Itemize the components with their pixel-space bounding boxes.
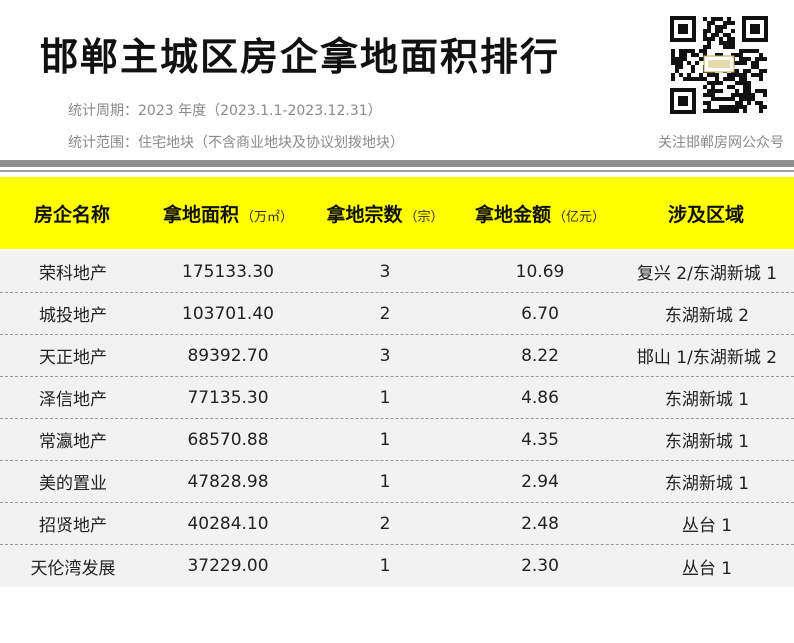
qr-code-icon <box>668 14 770 116</box>
area-cell: 77135.30 <box>187 387 269 408</box>
table-row: 天正地产 89392.70 3 8.22 邯山 1/东湖新城 2 <box>0 335 794 377</box>
count-cell: 1 <box>379 387 391 408</box>
table-row: 天伦湾发展 37229.00 1 2.30 丛台 1 <box>0 545 794 587</box>
region-cell: 东湖新城 1 <box>664 474 750 494</box>
amount-cell: 2.30 <box>521 556 559 576</box>
table-body: 荣科地产 175133.30 3 10.69 复兴 2/东湖新城 1 城投地产 … <box>0 251 794 587</box>
amount-cell: 8.22 <box>521 345 559 366</box>
table-row: 泽信地产 77135.30 1 4.86 东湖新城 1 <box>0 377 794 419</box>
table-row: 荣科地产 175133.30 3 10.69 复兴 2/东湖新城 1 <box>0 251 794 293</box>
count-cell: 3 <box>379 261 391 282</box>
company-cell: 泽信地产 <box>39 390 107 410</box>
table-row: 招贤地产 40284.10 2 2.48 丛台 1 <box>0 503 794 545</box>
page-title: 邯郸主城区房企拿地面积排行 <box>40 35 561 79</box>
company-cell: 天伦湾发展 <box>30 558 116 579</box>
table-row: 美的置业 47828.98 1 2.94 东湖新城 1 <box>0 461 794 503</box>
area-cell: 37229.00 <box>187 556 269 576</box>
amount-cell: 2.94 <box>521 471 559 492</box>
area-cell: 89392.70 <box>187 345 269 366</box>
stat-scope: 统计范围：住宅地块（不含商业地块及协议划拨地块） <box>68 135 404 151</box>
count-cell: 1 <box>379 556 391 576</box>
count-cell: 1 <box>379 471 391 492</box>
page: 邯郸主城区房企拿地面积排行 统计周期：2023 年度（2023.1.1-2023… <box>0 0 794 643</box>
column-header: 拿地金额 （亿元） <box>474 203 606 226</box>
column-header: 房企名称 <box>33 203 110 226</box>
table-row: 常瀛地产 68570.88 1 4.35 东湖新城 1 <box>0 419 794 461</box>
area-cell: 175133.30 <box>182 261 274 282</box>
count-cell: 1 <box>379 429 391 450</box>
count-cell: 2 <box>379 513 391 534</box>
table-row: 城投地产 103701.40 2 6.70 东湖新城 2 <box>0 293 794 335</box>
region-cell: 邯山 1/东湖新城 2 <box>636 348 778 368</box>
column-header: 涉及区域 <box>667 203 744 226</box>
stat-period: 统计周期：2023 年度（2023.1.1-2023.12.31） <box>68 103 382 119</box>
amount-cell: 2.48 <box>521 513 559 534</box>
company-cell: 招贤地产 <box>39 516 107 536</box>
area-cell: 40284.10 <box>187 513 269 534</box>
divider-thin <box>0 170 794 172</box>
company-cell: 荣科地产 <box>39 264 107 284</box>
company-cell: 美的置业 <box>39 474 107 494</box>
region-cell: 东湖新城 1 <box>664 432 750 452</box>
region-cell: 东湖新城 2 <box>664 306 750 326</box>
area-cell: 68570.88 <box>187 429 269 450</box>
region-cell: 丛台 1 <box>681 558 733 579</box>
table-header: 房企名称 拿地面积 （万㎡） 拿地宗数 （宗） 拿地金额 （亿元） 涉及区域 <box>0 177 794 249</box>
region-cell: 东湖新城 1 <box>664 390 750 410</box>
count-cell: 3 <box>379 345 391 366</box>
column-header: 拿地宗数 （宗） <box>326 203 444 226</box>
company-cell: 常瀛地产 <box>39 432 107 452</box>
area-cell: 103701.40 <box>182 303 274 324</box>
follow-note: 关注邯郸房网公众号 <box>658 135 784 151</box>
column-header: 拿地面积 （万㎡） <box>162 203 294 226</box>
amount-cell: 6.70 <box>521 303 559 324</box>
amount-cell: 4.86 <box>521 387 559 408</box>
region-cell: 丛台 1 <box>681 516 733 536</box>
company-cell: 天正地产 <box>39 348 107 368</box>
amount-cell: 4.35 <box>521 429 559 450</box>
amount-cell: 10.69 <box>515 261 565 282</box>
area-cell: 47828.98 <box>187 471 269 492</box>
divider-thick <box>0 160 794 167</box>
company-cell: 城投地产 <box>39 306 107 326</box>
region-cell: 复兴 2/东湖新城 1 <box>636 264 778 284</box>
count-cell: 2 <box>379 303 391 324</box>
